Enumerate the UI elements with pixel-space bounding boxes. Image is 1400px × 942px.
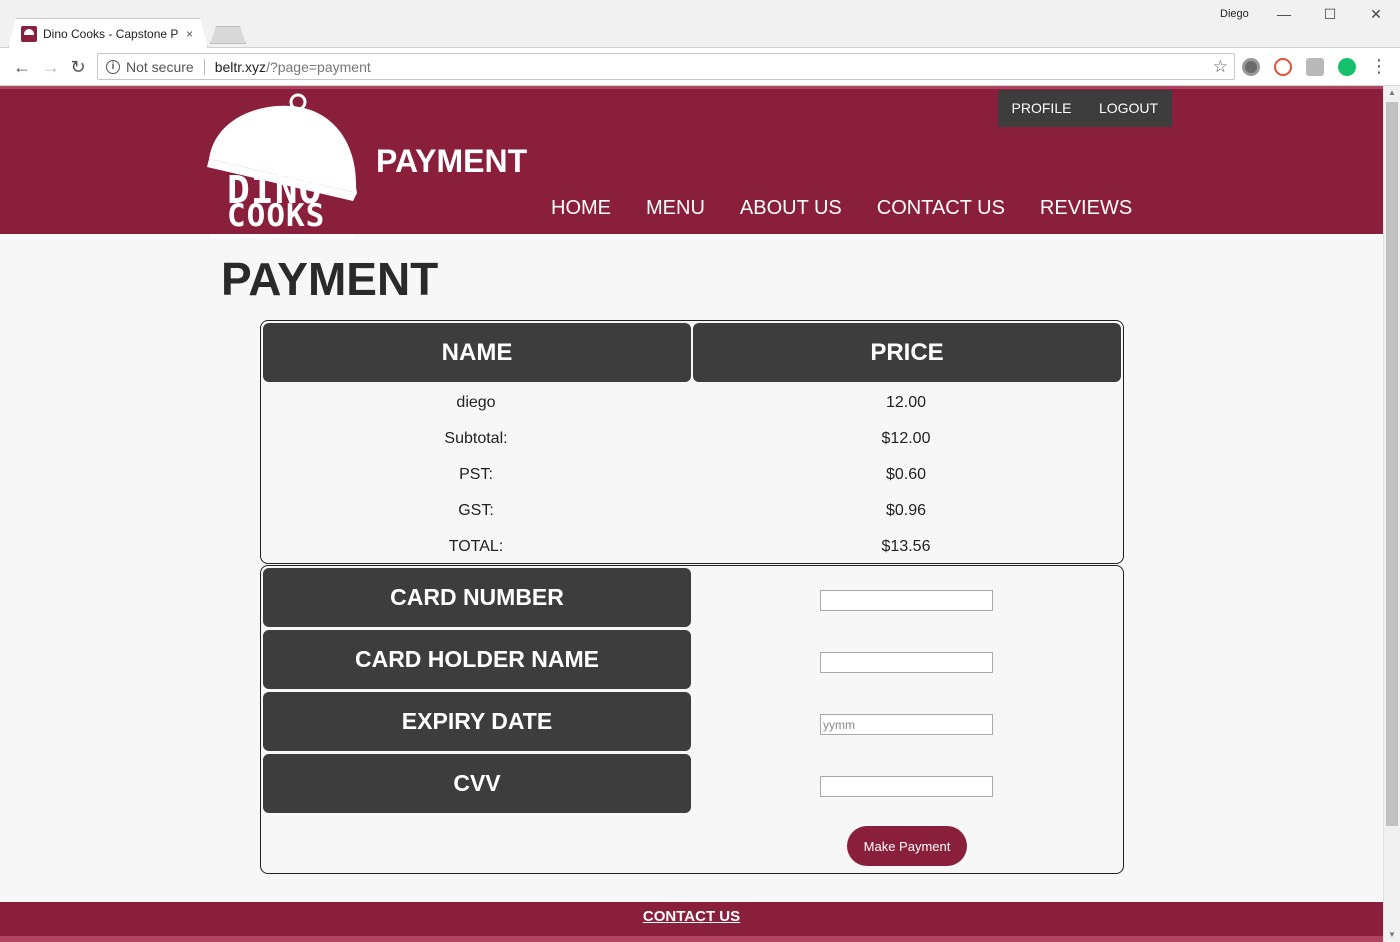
gst-label: GST: — [458, 502, 494, 519]
security-label[interactable]: Not secure — [126, 59, 194, 75]
url-host: beltr.xyz — [214, 58, 267, 75]
browser-menu-icon[interactable]: ⋮ — [1370, 56, 1388, 76]
browser-tab[interactable]: Dino Cooks - Capstone P × — [8, 18, 208, 48]
expiry-date-label: EXPIRY DATE — [263, 692, 691, 751]
expiry-date-field[interactable] — [820, 714, 993, 735]
table-row: TOTAL: $13.56 — [261, 529, 1123, 565]
profile-link[interactable]: PROFILE — [998, 90, 1085, 127]
footer-contact-us-link[interactable]: CONTACT US — [0, 908, 1383, 925]
item-name-cell: diego — [456, 394, 496, 411]
scroll-down-icon[interactable]: ▼ — [1384, 928, 1400, 942]
payment-form: CARD NUMBER CARD HOLDER NAME EXPIRY DATE… — [260, 565, 1124, 874]
table-row: diego 12.00 — [261, 385, 1123, 421]
new-tab-button[interactable] — [210, 26, 246, 44]
reload-icon[interactable]: ↻ — [67, 56, 89, 78]
user-menu: PROFILE LOGOUT — [998, 90, 1172, 127]
bookmark-star-icon[interactable]: ☆ — [1213, 57, 1228, 77]
minimize-icon[interactable]: — — [1272, 4, 1296, 24]
pst-label: PST: — [459, 466, 493, 483]
page-title: PAYMENT — [221, 253, 439, 305]
table-row: PST: $0.60 — [261, 457, 1123, 493]
table-row: GST: $0.96 — [261, 493, 1123, 529]
scrollbar-thumb[interactable] — [1386, 102, 1398, 826]
browser-toolbar: ← → ↻ i Not secure beltr.xyz /?page=paym… — [0, 48, 1400, 86]
page-scrollbar[interactable]: ▲ ▼ — [1383, 86, 1400, 942]
nav-item-home[interactable]: HOME — [551, 197, 611, 220]
extension-block-icon[interactable] — [1274, 58, 1292, 76]
table-row: Subtotal: $12.00 — [261, 421, 1123, 457]
site-header: DINO COOKS PAYMENT PROFILE LOGOUT HOME M… — [0, 86, 1383, 238]
make-payment-button[interactable]: Make Payment — [847, 826, 967, 866]
dino-cooks-logo[interactable]: DINO COOKS — [207, 93, 357, 239]
total-value: $13.56 — [881, 538, 931, 555]
card-holder-name-field[interactable] — [820, 652, 993, 673]
card-number-label: CARD NUMBER — [263, 568, 691, 627]
extension-flag-icon[interactable] — [1306, 58, 1324, 76]
subtotal-label: Subtotal: — [444, 430, 508, 447]
omnibox-divider — [203, 58, 205, 75]
nav-item-about-us[interactable]: ABOUT US — [740, 197, 842, 220]
close-window-icon[interactable]: ✕ — [1364, 4, 1388, 24]
grammarly-icon[interactable] — [1338, 58, 1356, 76]
header-title: PAYMENT — [376, 143, 528, 179]
info-icon[interactable]: i — [106, 59, 120, 74]
extension-gear-icon[interactable] — [1242, 58, 1260, 76]
gst-value: $0.96 — [885, 502, 927, 519]
browser-titlebar: Dino Cooks - Capstone P × Diego — ☐ ✕ — [0, 0, 1400, 48]
logo-line-cooks: COOKS — [227, 198, 326, 234]
site-favicon-icon — [21, 26, 37, 42]
total-label: TOTAL: — [448, 538, 504, 555]
tab-title: Dino Cooks - Capstone P — [43, 27, 179, 41]
logo-wordmark: DINO COOKS — [227, 171, 326, 234]
site-footer: CONTACT US — [0, 902, 1383, 942]
cvv-label: CVV — [263, 754, 691, 813]
order-summary-table: NAME PRICE diego 12.00 Subtotal: $12.00 … — [260, 320, 1124, 564]
page-viewport: DINO COOKS PAYMENT PROFILE LOGOUT HOME M… — [0, 86, 1383, 942]
card-number-field[interactable] — [820, 590, 993, 611]
nav-item-menu[interactable]: MENU — [646, 197, 705, 220]
logout-link[interactable]: LOGOUT — [1085, 90, 1172, 127]
pst-value: $0.60 — [885, 466, 927, 483]
item-price-cell: 12.00 — [885, 394, 927, 411]
url-path: /?page=payment — [266, 58, 371, 75]
maximize-icon[interactable]: ☐ — [1318, 4, 1342, 24]
column-header-name: NAME — [263, 323, 691, 382]
main-nav: HOME MENU ABOUT US CONTACT US REVIEWS — [551, 197, 1167, 220]
back-arrow-icon[interactable]: ← — [11, 56, 33, 78]
column-header-price: PRICE — [693, 323, 1121, 382]
card-holder-name-label: CARD HOLDER NAME — [263, 630, 691, 689]
browser-profile-name[interactable]: Diego — [1220, 8, 1249, 20]
tab-close-icon[interactable]: × — [186, 27, 193, 41]
address-bar[interactable]: i Not secure beltr.xyz /?page=payment ☆ — [97, 53, 1235, 80]
nav-item-contact-us[interactable]: CONTACT US — [877, 197, 1005, 220]
subtotal-value: $12.00 — [881, 430, 931, 447]
cvv-field[interactable] — [820, 776, 993, 797]
forward-arrow-icon[interactable]: → — [40, 56, 62, 78]
logo-underline — [211, 234, 354, 238]
scroll-up-icon[interactable]: ▲ — [1384, 86, 1400, 100]
nav-item-reviews[interactable]: REVIEWS — [1040, 197, 1132, 220]
